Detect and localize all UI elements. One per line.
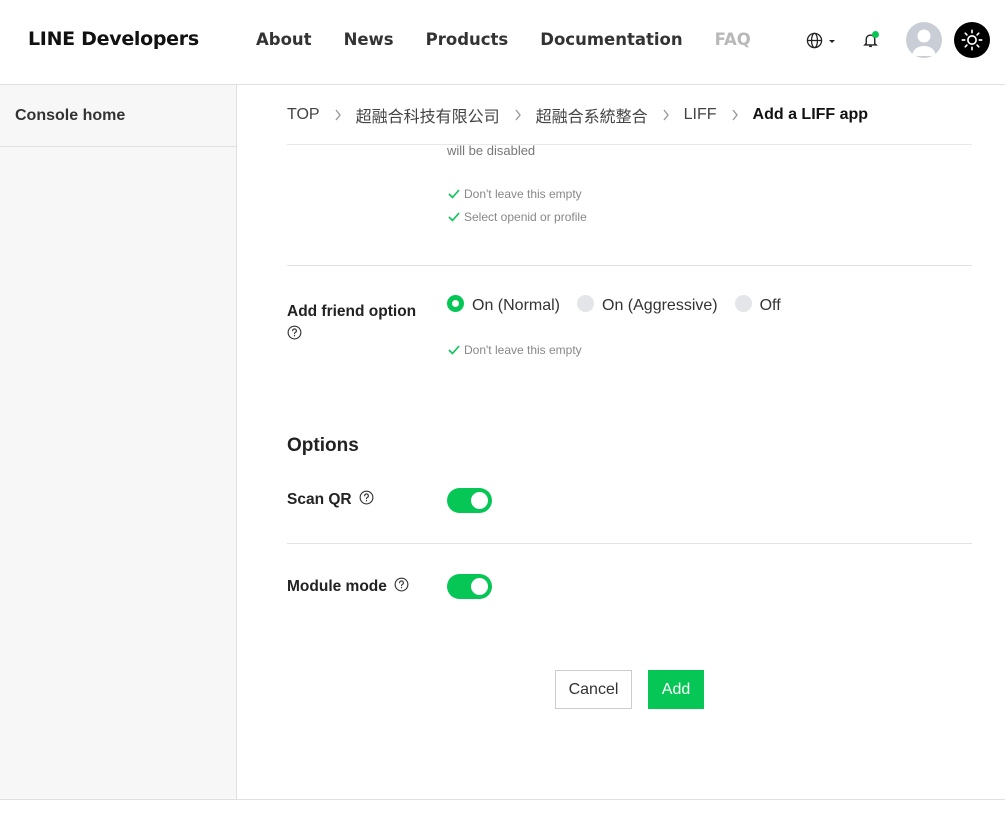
globe-icon bbox=[806, 32, 823, 49]
radio-on-aggressive[interactable]: On (Aggressive) bbox=[577, 294, 718, 315]
question-circle-icon[interactable] bbox=[359, 490, 374, 510]
language-selector[interactable] bbox=[806, 32, 837, 49]
scope-disabled-note: will be disabled bbox=[447, 143, 536, 158]
module-mode-toggle[interactable] bbox=[447, 574, 492, 599]
nav-about[interactable]: About bbox=[256, 30, 312, 49]
add-friend-radio-group: On (Normal) On (Aggressive) Off bbox=[447, 294, 798, 315]
section-divider bbox=[287, 265, 972, 266]
sidebar: Console home bbox=[0, 85, 237, 800]
breadcrumb-top[interactable]: TOP bbox=[287, 106, 320, 124]
main-nav: About News Products Documentation FAQ bbox=[256, 30, 783, 49]
hint-text: Select openid or profile bbox=[464, 210, 587, 224]
section-divider bbox=[287, 543, 972, 544]
nav-documentation[interactable]: Documentation bbox=[540, 30, 682, 49]
add-friend-label: Add friend option bbox=[287, 300, 437, 348]
radio-button-checked[interactable] bbox=[447, 294, 464, 312]
chevron-right-icon bbox=[731, 109, 739, 121]
chevron-right-icon bbox=[514, 109, 522, 121]
radio-label: On (Aggressive) bbox=[602, 297, 718, 314]
module-mode-label-text: Module mode bbox=[287, 578, 387, 595]
scope-hint-not-empty: Don't leave this empty bbox=[447, 187, 582, 201]
check-icon bbox=[448, 212, 460, 222]
scan-qr-toggle[interactable] bbox=[447, 488, 492, 513]
module-mode-label: Module mode bbox=[287, 577, 409, 597]
breadcrumb: TOP 超融合科技有限公司 超融合系統整合 LIFF Add a LIFF ap… bbox=[287, 85, 972, 145]
radio-on-normal[interactable]: On (Normal) bbox=[447, 294, 561, 315]
nav-faq[interactable]: FAQ bbox=[715, 30, 751, 49]
line-developers-logo[interactable]: LINE Developers bbox=[28, 28, 199, 50]
radio-label: Off bbox=[759, 297, 781, 314]
check-icon bbox=[448, 345, 460, 355]
hint-text: Don't leave this empty bbox=[464, 343, 582, 357]
add-friend-hint: Don't leave this empty bbox=[447, 343, 582, 357]
breadcrumb-provider[interactable]: 超融合科技有限公司 bbox=[356, 103, 500, 127]
sun-icon bbox=[961, 29, 983, 51]
radio-button[interactable] bbox=[734, 294, 752, 312]
check-icon bbox=[448, 189, 460, 199]
question-circle-icon[interactable] bbox=[394, 577, 409, 597]
caret-down-icon bbox=[829, 39, 835, 43]
breadcrumb-liff[interactable]: LIFF bbox=[684, 106, 717, 124]
sidebar-item-console-home[interactable]: Console home bbox=[0, 85, 236, 147]
add-button[interactable]: Add bbox=[648, 670, 704, 709]
theme-toggle-button[interactable] bbox=[954, 22, 990, 58]
question-circle-icon[interactable] bbox=[287, 324, 302, 348]
scan-qr-label: Scan QR bbox=[287, 490, 374, 510]
cancel-button[interactable]: Cancel bbox=[555, 670, 632, 709]
radio-off[interactable]: Off bbox=[734, 294, 781, 315]
radio-button[interactable] bbox=[577, 294, 595, 312]
scope-hint-openid: Select openid or profile bbox=[447, 210, 587, 224]
breadcrumb-channel[interactable]: 超融合系統整合 bbox=[536, 103, 648, 127]
chevron-right-icon bbox=[662, 109, 670, 121]
add-friend-label-text: Add friend option bbox=[287, 303, 417, 320]
user-silhouette-icon bbox=[912, 29, 936, 56]
nav-news[interactable]: News bbox=[344, 30, 394, 49]
user-avatar[interactable] bbox=[906, 22, 942, 58]
breadcrumb-current: Add a LIFF app bbox=[752, 105, 869, 123]
footer-divider bbox=[0, 799, 1005, 800]
main-content: TOP 超融合科技有限公司 超融合系統整合 LIFF Add a LIFF ap… bbox=[237, 85, 1005, 800]
options-title: Options bbox=[287, 435, 359, 456]
hint-text: Don't leave this empty bbox=[464, 187, 582, 201]
nav-products[interactable]: Products bbox=[426, 30, 509, 49]
notification-dot bbox=[872, 31, 879, 38]
scan-qr-label-text: Scan QR bbox=[287, 491, 352, 508]
top-header: LINE Developers About News Products Docu… bbox=[0, 0, 1005, 85]
radio-label: On (Normal) bbox=[472, 297, 561, 314]
chevron-right-icon bbox=[334, 109, 342, 121]
notifications-button[interactable] bbox=[862, 31, 880, 49]
